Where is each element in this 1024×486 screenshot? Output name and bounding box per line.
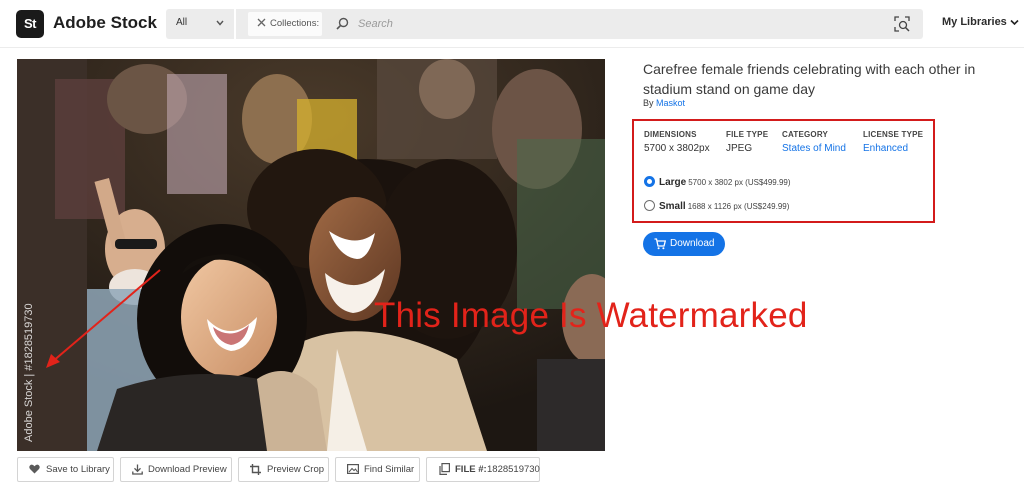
close-icon[interactable] <box>257 18 266 27</box>
collections-chip[interactable]: Collections: <box>248 12 322 36</box>
dimensions-value: 5700 x 3802px <box>644 143 710 154</box>
file-number-display: FILE #: 1828519730 <box>426 457 540 482</box>
copy-icon <box>439 463 450 475</box>
by-label: By <box>643 98 654 108</box>
adobe-stock-logo[interactable]: St <box>16 10 44 38</box>
large-size-label: Large <box>659 177 687 188</box>
download-preview-label: Download Preview <box>148 464 227 475</box>
stock-photo[interactable]: Adobe Stock | #1828519730 <box>17 59 605 451</box>
save-to-library-button[interactable]: Save to Library <box>17 457 114 482</box>
search-icon <box>336 17 349 30</box>
brand-name[interactable]: Adobe Stock <box>53 13 157 33</box>
download-icon <box>132 464 143 475</box>
asset-type-filter-label: All <box>176 17 188 28</box>
large-size-detail: 5700 x 3802 px (US$499.99) <box>688 178 791 187</box>
heart-icon <box>29 464 40 474</box>
collections-chip-label: Collections: <box>270 18 320 29</box>
download-preview-button[interactable]: Download Preview <box>120 457 232 482</box>
download-button-label: Download <box>670 238 715 249</box>
dimensions-heading: DIMENSIONS <box>644 130 697 139</box>
small-size-radio[interactable] <box>644 200 655 212</box>
asset-byline: By Maskot <box>643 98 685 108</box>
size-option-small[interactable]: Small 1688 x 1126 px (US$249.99) <box>644 200 790 212</box>
find-similar-label: Find Similar <box>364 464 415 475</box>
search-bar: All Collections: <box>166 9 923 39</box>
license-type-heading: LICENSE TYPE <box>863 130 924 139</box>
size-option-large[interactable]: Large 5700 x 3802 px (US$499.99) <box>644 176 791 188</box>
category-link[interactable]: States of Mind <box>782 143 846 154</box>
my-libraries-label: My Libraries <box>942 16 1007 28</box>
author-link[interactable]: Maskot <box>656 98 685 108</box>
file-type-heading: FILE TYPE <box>726 130 769 139</box>
asset-type-filter[interactable]: All <box>166 9 236 39</box>
preview-crop-label: Preview Crop <box>267 464 325 475</box>
download-button[interactable]: Download <box>643 232 725 256</box>
small-size-detail: 1688 x 1126 px (US$249.99) <box>687 202 790 211</box>
stadium-crowd-photo <box>17 59 605 451</box>
file-number-label: FILE #: <box>455 464 487 475</box>
top-header: St Adobe Stock All Collections: My Libra… <box>0 0 1024 48</box>
crop-icon <box>250 464 261 475</box>
category-heading: CATEGORY <box>782 130 829 139</box>
file-number-value: 1828519730 <box>487 464 540 475</box>
find-similar-button[interactable]: Find Similar <box>335 457 420 482</box>
asset-details-panel: DIMENSIONS 5700 x 3802px FILE TYPE JPEG … <box>632 119 935 223</box>
license-type-link[interactable]: Enhanced <box>863 143 908 154</box>
my-libraries-menu[interactable]: My Libraries <box>942 16 1019 28</box>
large-size-radio[interactable] <box>644 176 655 188</box>
image-icon <box>347 464 359 474</box>
chevron-down-icon <box>216 20 224 26</box>
photo-side-watermark: Adobe Stock | #1828519730 <box>23 303 35 442</box>
watermark-annotation: This Image Is Watermarked <box>374 296 808 335</box>
small-size-label: Small <box>659 201 686 212</box>
cart-icon <box>654 238 666 250</box>
chevron-down-icon <box>1010 19 1019 25</box>
save-to-library-label: Save to Library <box>46 464 110 475</box>
file-type-value: JPEG <box>726 143 753 154</box>
search-input[interactable] <box>358 15 858 33</box>
asset-title: Carefree female friends celebrating with… <box>643 61 976 97</box>
preview-crop-button[interactable]: Preview Crop <box>238 457 329 482</box>
visual-search-icon[interactable] <box>894 16 910 32</box>
